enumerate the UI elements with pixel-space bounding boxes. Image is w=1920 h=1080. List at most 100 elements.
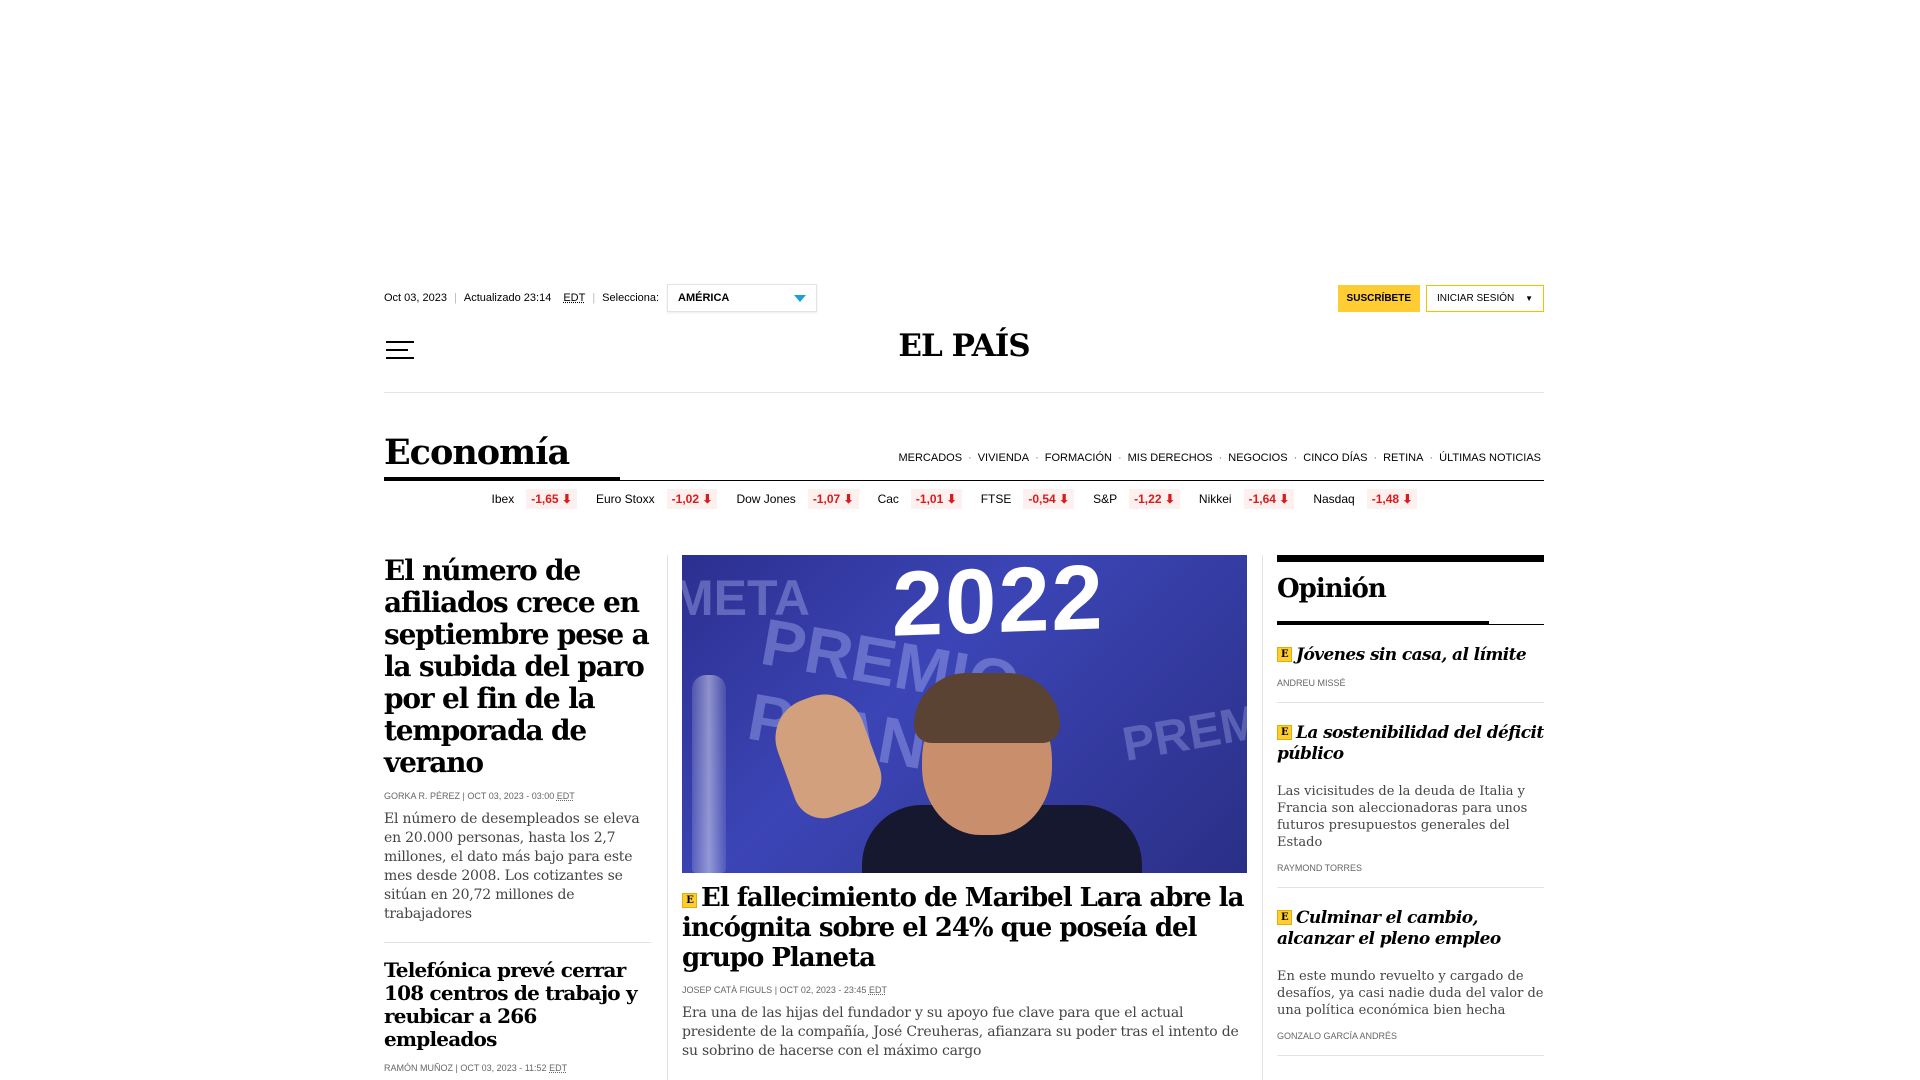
nav-item-formacion[interactable]: FORMACIÓN [1045,452,1112,464]
market-item[interactable]: Nikkei -1,64 ⬇ [1198,489,1295,509]
article-summary: El número de desempleados se eleva en 20… [384,811,640,922]
section-title-underline [384,477,620,481]
updated-time: Actualizado 23:14 [463,292,552,304]
person-hair [914,673,1060,743]
market-item[interactable]: Ibex -1,65 ⬇ [492,489,577,509]
column-divider [667,555,668,1080]
article-byline: RAMÓN MUÑOZ | OCT 03, 2023 - 11:52 EDT [384,1063,651,1073]
timezone: EDT [556,791,575,801]
market-value: -0,54 ⬇ [1023,489,1075,509]
byline-text[interactable]: RAMÓN MUÑOZ | OCT 03, 2023 - 11:52 [384,1063,547,1073]
headline-text[interactable]: Jóvenes sin casa, al límite [1296,645,1527,665]
article-headline[interactable]: El número de afiliados crece en septiemb… [384,555,651,779]
masthead: EL PAÍS [384,326,1544,393]
article-headline[interactable]: E El fallecimiento de Maribel Lara abre l… [682,883,1247,973]
article-headline[interactable]: Telefónica prevé cerrar 108 centros de t… [384,959,651,1051]
nav-dot: · [1035,452,1039,464]
nav-dot: · [1293,452,1298,464]
opinion-headline[interactable]: E Jóvenes sin casa, al límite [1277,645,1544,666]
opinion-column: Opinión E Jóvenes sin casa, al límite AND… [1277,555,1544,1056]
section-nav: MERCADOS · VIVIENDA · FORMACIÓN · MIS DEREC… [898,452,1541,464]
nav-dot: · [1218,452,1223,464]
top-bar: Oct 03, 2023 | Actualizado 23:14 EDT | S… [384,282,1544,314]
market-value: -1,02 ⬇ [666,489,718,509]
dropdown-arrow-icon [794,294,807,302]
article-photo[interactable]: META PREMIO PLANETA PREMI 2022 [682,555,1247,873]
nav-dot: · [1117,452,1122,464]
opinion-author[interactable]: RAYMOND TORRES [1277,863,1544,873]
el-pais-badge-icon: E [682,893,697,908]
byline-text[interactable]: JOSEP CATÀ FIGULS | OCT 02, 2023 - 23:45 [682,985,866,995]
arrow-down-icon: ⬇ [1164,492,1175,506]
left-column: El número de afiliados crece en septiemb… [384,555,651,1073]
login-label: INICIAR SESIÓN [1437,292,1515,304]
market-item[interactable]: S&P -1,22 ⬇ [1093,489,1180,509]
divider [384,942,651,943]
market-item[interactable]: FTSE -0,54 ⬇ [980,489,1075,509]
market-value: -1,22 ⬇ [1129,489,1180,509]
opinion-summary: Las vicisitudes de la deuda de Italia y … [1277,784,1528,850]
opinion-author[interactable]: GONZALO GARCÍA ANDRÉS [1277,1031,1544,1041]
arrow-down-icon: ⬇ [702,492,713,506]
market-name: FTSE [980,492,1012,506]
market-item[interactable]: Dow Jones -1,07 ⬇ [736,489,859,509]
nav-item-vivienda[interactable]: VIVIENDA [978,452,1029,464]
login-button[interactable]: INICIAR SESIÓN ▼ [1426,284,1544,312]
nav-item-mercados[interactable]: MERCADOS [898,452,962,464]
opinion-item: E La sostenibilidad del déficit público L… [1277,703,1544,888]
column-divider [1262,555,1263,1080]
opinion-summary: En este mundo revuelto y cargado de desa… [1277,969,1544,1018]
el-pais-badge-icon: E [1277,647,1292,662]
market-name: Ibex [491,492,515,506]
opinion-title[interactable]: Opinión [1277,574,1544,604]
separator: | [454,292,457,304]
photo-year-text: 2022 [892,555,1105,656]
market-item[interactable]: Euro Stoxx -1,02 ⬇ [595,489,718,509]
subscribe-button[interactable]: SUSCRÍBETE [1337,284,1420,312]
market-name: Dow Jones [736,492,796,506]
timezone: EDT [868,985,887,995]
chevron-down-icon: ▼ [1525,293,1533,303]
center-column: META PREMIO PLANETA PREMI 2022 E El falle… [682,555,1247,1061]
market-name: Nikkei [1198,492,1232,506]
el-pais-badge-icon: E [1277,910,1292,925]
arrow-down-icon: ⬇ [1279,492,1290,506]
content-grid: El número de afiliados crece en septiemb… [384,555,1544,1080]
headline-text[interactable]: El fallecimiento de Maribel Lara abre la… [682,883,1244,973]
arrow-down-icon: ⬇ [1402,492,1413,506]
region-select[interactable]: AMÉRICA [667,284,818,312]
headline-text[interactable]: Culminar el cambio, alcanzar el pleno em… [1277,908,1501,949]
market-item[interactable]: Nasdaq -1,48 ⬇ [1313,489,1418,509]
opinion-item: E Culminar el cambio, alcanzar el pleno e… [1277,888,1544,1056]
nav-item-cinco-dias[interactable]: CINCO DÍAS [1303,452,1367,464]
headline-text[interactable]: La sostenibilidad del déficit público [1277,723,1544,764]
opinion-author[interactable]: ANDREU MISSÉ [1277,678,1544,688]
market-name: Euro Stoxx [595,492,655,506]
market-value: -1,64 ⬇ [1243,489,1295,509]
market-name: Cac [877,492,899,506]
nav-item-mis-derechos[interactable]: MIS DERECHOS [1128,452,1213,464]
opinion-headline[interactable]: E Culminar el cambio, alcanzar el pleno e… [1277,908,1544,950]
timezone: EDT [563,292,586,304]
opinion-header: Opinión [1277,555,1544,625]
section-header: Economía MERCADOS · VIVIENDA · FORMACIÓN · … [384,428,1544,481]
section-title[interactable]: Economía [384,432,570,473]
byline-text[interactable]: GORKA R. PÉREZ | OCT 03, 2023 - 03:00 [384,791,554,801]
bottle-shape [692,675,726,873]
nav-item-ultimas-noticias[interactable]: ÚLTIMAS NOTICIAS [1439,452,1541,464]
site-logo[interactable]: EL PAÍS [384,326,1544,366]
opinion-headline[interactable]: E La sostenibilidad del déficit público [1277,723,1544,765]
arrow-down-icon: ⬇ [946,492,957,506]
region-value: AMÉRICA [678,292,730,304]
market-value: -1,65 ⬇ [526,489,577,509]
market-value: -1,07 ⬇ [807,489,859,509]
article-byline: JOSEP CATÀ FIGULS | OCT 02, 2023 - 23:45… [682,985,1247,995]
nav-item-retina[interactable]: RETINA [1383,452,1423,464]
timezone: EDT [549,1063,568,1073]
market-item[interactable]: Cac -1,01 ⬇ [878,489,962,509]
market-name: Nasdaq [1313,492,1355,506]
arrow-down-icon: ⬇ [843,492,854,506]
nav-item-negocios[interactable]: NEGOCIOS [1228,452,1287,464]
opinion-item: E Jóvenes sin casa, al límite ANDREU MISS… [1277,625,1544,703]
region-label: Selecciona: [602,292,660,304]
